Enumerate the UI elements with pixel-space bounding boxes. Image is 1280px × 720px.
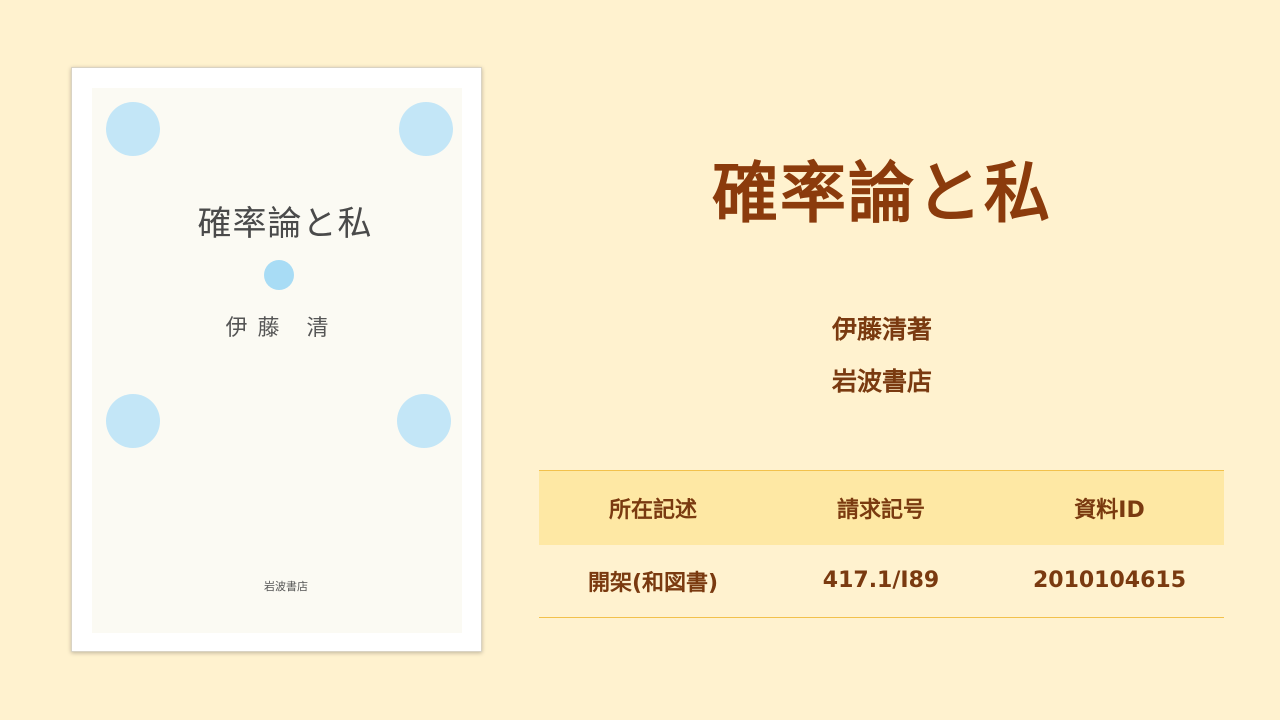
book-cover: 確率論と私 伊藤 清 岩波書店 — [92, 88, 462, 633]
header-item-id: 資料ID — [995, 470, 1224, 545]
cell-item-id: 2010104615 — [995, 544, 1224, 618]
holdings-header-row: 所在記述 請求記号 資料ID — [539, 470, 1224, 545]
cover-publisher: 岩波書店 — [264, 580, 308, 593]
cover-title: 確率論と私 — [197, 204, 373, 244]
book-author: 伊藤清著 — [831, 315, 932, 344]
cell-location: 開架(和図書) — [539, 544, 767, 618]
cell-call-number: 417.1/I89 — [767, 544, 995, 618]
book-publisher: 岩波書店 — [831, 367, 932, 396]
book-title: 確率論と私 — [712, 155, 1052, 232]
cover-dot-top-right — [399, 102, 453, 156]
cover-dot-bottom-left — [106, 394, 160, 448]
table-row: 開架(和図書) 417.1/I89 2010104615 — [539, 544, 1224, 618]
header-call-number: 請求記号 — [767, 470, 995, 545]
book-cover-image: 確率論と私 伊藤 清 岩波書店 — [71, 67, 482, 652]
header-location: 所在記述 — [539, 470, 767, 545]
cover-dot-bottom-right — [397, 394, 451, 448]
cover-dot-top-left — [106, 102, 160, 156]
cover-dot-center — [264, 260, 294, 290]
holdings-table: 所在記述 請求記号 資料ID 開架(和図書) 417.1/I89 2010104… — [539, 470, 1224, 618]
cover-author: 伊藤 清 — [225, 316, 339, 341]
